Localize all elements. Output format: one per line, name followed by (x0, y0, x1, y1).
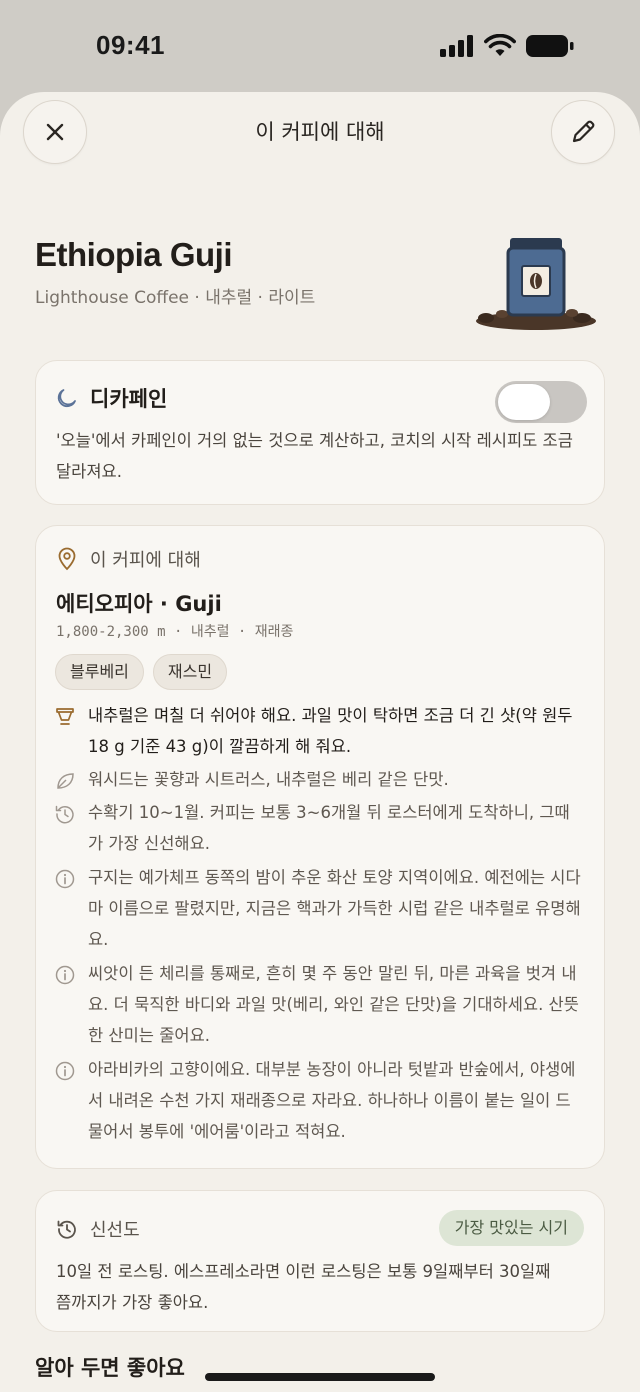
about-item-text: 워시드는 꽃향과 시트러스, 내추럴은 베리 같은 단맛. (88, 770, 449, 789)
info-icon (54, 862, 76, 955)
freshness-description: 10일 전 로스팅. 에스프레소라면 이런 로스팅은 보통 9일째부터 30일째… (56, 1262, 551, 1312)
decaf-header: 디카페인 (56, 383, 167, 413)
about-item-text: 구지는 예가체프 동쪽의 밤이 추운 화산 토양 지역이에요. 예전에는 시다마… (88, 868, 581, 949)
about-header: 이 커피에 대해 (56, 546, 201, 572)
note-chip: 블루베리 (55, 654, 144, 690)
decaf-toggle[interactable] (495, 381, 587, 423)
flavor-notes: 블루베리 재스민 (55, 654, 228, 690)
status-bar: 09:41 (0, 0, 640, 92)
about-item-text: 씨앗이 든 체리를 통째로, 흔히 몇 주 동안 말린 뒤, 마른 과육을 벗겨… (88, 964, 579, 1045)
toggle-knob (498, 384, 550, 420)
home-indicator[interactable] (205, 1373, 435, 1381)
freshness-card: 신선도 가장 맛있는 시기 10일 전 로스팅. 에스프레소라면 이런 로스팅은… (35, 1190, 605, 1332)
freshness-title: 신선도 (90, 1220, 140, 1241)
location-pin-icon (58, 547, 76, 571)
status-time: 09:41 (96, 30, 165, 60)
decaf-title: 디카페인 (90, 387, 168, 411)
about-label: 이 커피에 대해 (90, 550, 201, 571)
coffee-bag-illustration (476, 238, 596, 330)
info-icon (54, 1054, 76, 1147)
sheet-title: 이 커피에 대해 (255, 120, 385, 144)
info-icon (54, 958, 76, 1051)
status-icons (440, 34, 574, 58)
about-item-text: 내추럴은 며칠 더 쉬어야 해요. 과일 맛이 탁하면 조금 더 긴 샷(약 원… (88, 706, 573, 756)
about-item-text: 수확기 10~1월. 커피는 보통 3~6개월 뒤 로스터에게 도착하니, 그때… (88, 803, 570, 853)
coffee-subtitle: Lighthouse Coffee · 내추럴 · 라이트 (35, 288, 316, 308)
battery-icon (526, 35, 574, 57)
freshness-header: 신선도 (56, 1216, 140, 1242)
history-icon (57, 1220, 76, 1239)
dripper-icon (54, 700, 76, 762)
about-item: 워시드는 꽃향과 시트러스, 내추럴은 베리 같은 단맛. (54, 764, 584, 796)
about-item: 내추럴은 며칠 더 쉬어야 해요. 과일 맛이 탁하면 조금 더 긴 샷(약 원… (54, 700, 584, 762)
freshness-badge: 가장 맛있는 시기 (438, 1210, 584, 1246)
about-item: 아라비카의 고향이에요. 대부분 농장이 아니라 텃밭과 반숲에서, 야생에서 … (54, 1054, 584, 1147)
about-item: 씨앗이 든 체리를 통째로, 흔히 몇 주 동안 말린 뒤, 마른 과육을 벗겨… (54, 958, 584, 1051)
origin-title: 에티오피아 · Guji (56, 592, 222, 616)
about-card: 이 커피에 대해 에티오피아 · Guji 1,800-2,300 m · 내추… (35, 525, 605, 1169)
edit-button[interactable] (551, 100, 615, 164)
wifi-icon (484, 34, 516, 56)
history-icon (54, 797, 76, 859)
signal-icon (440, 35, 473, 57)
about-item-text: 아라비카의 고향이에요. 대부분 농장이 아니라 텃밭과 반숲에서, 야생에서 … (88, 1060, 576, 1141)
about-item: 수확기 10~1월. 커피는 보통 3~6개월 뒤 로스터에게 도착하니, 그때… (54, 797, 584, 859)
detail-sheet: 이 커피에 대해 Ethiopia Guji Lighthouse Coffee… (0, 92, 640, 1392)
decaf-description: '오늘'에서 카페인이 거의 없는 것으로 계산하고, 코치의 시작 레시피도 … (56, 431, 573, 481)
coffee-name: Ethiopia Guji (35, 236, 233, 273)
tips-title: 알아 두면 좋아요 (35, 1356, 185, 1380)
note-chip: 재스민 (152, 654, 228, 690)
pencil-icon (572, 120, 595, 143)
moon-icon (57, 389, 76, 408)
about-item: 구지는 예가체프 동쪽의 밤이 추운 화산 토양 지역이에요. 예전에는 시다마… (54, 862, 584, 955)
origin-meta: 1,800-2,300 m · 내추럴 · 재래종 (56, 624, 294, 640)
decaf-card: 디카페인 '오늘'에서 카페인이 거의 없는 것으로 계산하고, 코치의 시작 … (35, 360, 605, 505)
leaf-icon (54, 764, 76, 796)
